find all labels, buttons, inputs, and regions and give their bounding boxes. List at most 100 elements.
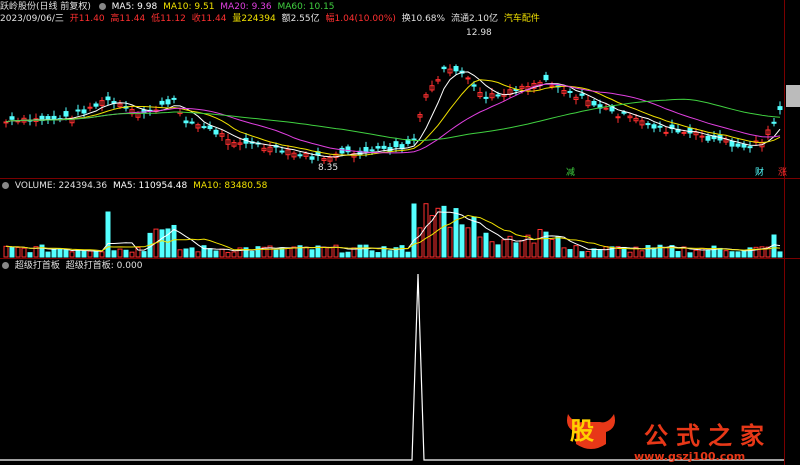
- candle: [615, 116, 621, 119]
- volume-header: VOLUME: 224394.36 MA5: 110954.48 MA10: 8…: [0, 180, 270, 192]
- volume-bar: [495, 244, 501, 258]
- candle: [663, 131, 669, 134]
- candle: [159, 100, 165, 105]
- panel-divider: [0, 258, 800, 259]
- volume-bar: [375, 252, 381, 258]
- candle: [63, 111, 69, 117]
- candle: [567, 90, 573, 93]
- volume-bar: [231, 251, 237, 258]
- candle: [45, 116, 51, 120]
- candle: [681, 131, 687, 134]
- volume-bar: [693, 249, 699, 258]
- volume-bar: [645, 245, 651, 258]
- candle: [543, 74, 549, 81]
- volume-bar: [225, 251, 231, 258]
- volume-bar: [321, 246, 327, 258]
- volume-bar: [357, 244, 363, 258]
- volume-ma5: MA5: 110954.48: [113, 181, 188, 191]
- volume-bar: [567, 249, 573, 258]
- volume-bar: [123, 249, 129, 258]
- volume-bar: [3, 245, 9, 258]
- candle: [579, 93, 585, 96]
- volume-bar: [705, 249, 711, 258]
- volume-bar: [69, 251, 75, 258]
- volume-bar: [459, 224, 465, 258]
- indicator-header: 超级打首板 超级打首板: 0.000: [0, 260, 145, 272]
- volume-bar: [117, 248, 123, 258]
- volume-bar: [327, 246, 333, 258]
- volume-bar: [777, 251, 783, 258]
- volume-bar: [675, 251, 681, 258]
- volume-bar: [465, 227, 471, 258]
- indicator-toggle-icon[interactable]: [2, 262, 9, 269]
- candle: [171, 97, 177, 100]
- candle: [441, 66, 447, 70]
- brand-url: www.gszj100.com: [634, 450, 746, 463]
- volume-bar: [573, 245, 579, 258]
- volume-bar: [303, 246, 309, 258]
- volume-bar: [423, 203, 429, 258]
- volume-bar: [189, 247, 195, 258]
- candle: [165, 99, 171, 105]
- volume-bar: [735, 251, 741, 258]
- volume-title: VOLUME: 224394.36: [14, 181, 108, 191]
- ma5-line: [5, 71, 781, 158]
- volume-bar: [177, 249, 183, 258]
- volume-bar: [9, 246, 15, 258]
- volume-bar: [21, 247, 27, 258]
- volume-bar: [525, 234, 531, 258]
- candle: [483, 96, 489, 99]
- volume-toggle-icon[interactable]: [2, 182, 9, 189]
- volume-bar: [57, 248, 63, 258]
- volume-bar: [195, 251, 201, 258]
- volume-bar: [501, 239, 507, 258]
- volume-bar: [639, 250, 645, 258]
- candle: [93, 103, 99, 107]
- candle: [381, 145, 387, 149]
- volume-bar: [75, 249, 81, 258]
- volume-bar: [63, 249, 69, 258]
- candle: [645, 123, 651, 126]
- volume-bar: [405, 251, 411, 258]
- volume-bar: [369, 250, 375, 258]
- volume-bar: [99, 251, 105, 258]
- volume-bar: [729, 251, 735, 258]
- chart-canvas[interactable]: [0, 0, 800, 465]
- indicator-series: 超级打首板: 0.000: [65, 261, 143, 271]
- candle: [705, 135, 711, 141]
- volume-bar: [627, 251, 633, 258]
- candle: [207, 125, 213, 130]
- ma10-line: [5, 79, 781, 156]
- volume-bar: [45, 251, 51, 258]
- candle: [201, 126, 207, 129]
- volume-bar: [183, 248, 189, 258]
- candle: [183, 120, 189, 124]
- candle: [657, 125, 663, 128]
- volume-bar: [81, 250, 87, 258]
- volume-ma10-line: [5, 214, 781, 252]
- volume-bar: [561, 247, 567, 258]
- volume-bar: [207, 248, 213, 258]
- volume-bar: [411, 203, 417, 258]
- candle: [687, 127, 693, 134]
- candle: [375, 146, 381, 149]
- candle: [777, 106, 783, 111]
- volume-bar: [489, 241, 495, 258]
- volume-bar: [129, 251, 135, 258]
- volume-bar: [447, 226, 453, 258]
- volume-bar: [93, 251, 99, 258]
- volume-bar: [585, 251, 591, 258]
- candle: [87, 106, 93, 109]
- candle: [189, 121, 195, 124]
- volume-ma5-line: [5, 211, 781, 252]
- volume-bar: [477, 236, 483, 258]
- volume-bar: [339, 252, 345, 258]
- volume-bar: [249, 250, 255, 258]
- volume-bar: [663, 247, 669, 258]
- volume-bar: [285, 247, 291, 258]
- candle: [9, 116, 15, 120]
- indicator-title: 超级打首板: [14, 261, 60, 271]
- volume-bar: [483, 232, 489, 258]
- volume-bar: [159, 229, 165, 258]
- ma20-line: [5, 83, 781, 154]
